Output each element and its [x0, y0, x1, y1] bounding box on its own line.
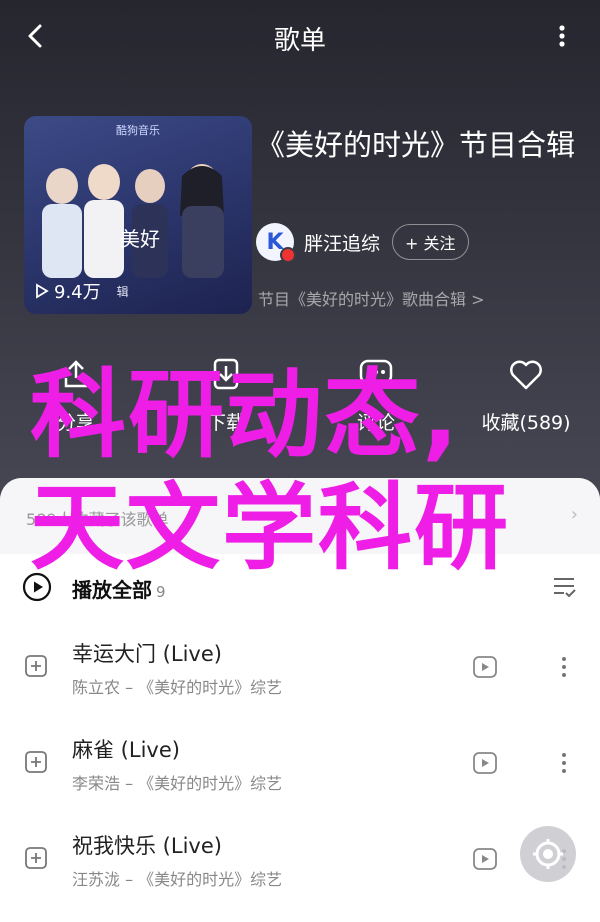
- collection-link[interactable]: 节目《美好的时光》歌曲合辑 >: [258, 286, 485, 310]
- song-subtitle: 陈立农 – 《美好的时光》综艺: [72, 678, 283, 697]
- play-all-count: 9: [156, 583, 166, 601]
- playlist-cover[interactable]: 酷狗音乐 美好 9.4万 辑: [24, 116, 252, 314]
- target-icon: [533, 839, 563, 869]
- song-subtitle: 汪苏泷 – 《美好的时光》综艺: [72, 870, 283, 889]
- svg-text:美好: 美好: [120, 227, 160, 251]
- song-row[interactable]: 麻雀 (Live) 李荣浩 – 《美好的时光》综艺: [0, 720, 600, 812]
- overlay-headline-line1: 科研动态,: [30, 359, 461, 471]
- play-count: 9.4万 辑: [34, 278, 129, 304]
- play-small-icon: [36, 283, 49, 299]
- floating-target-button[interactable]: [520, 826, 576, 882]
- play-count-value: 9.4万: [54, 282, 101, 303]
- add-to-playlist-icon[interactable]: [24, 846, 48, 870]
- song-more-icon[interactable]: [552, 748, 576, 778]
- cover-artwork: 美好: [42, 164, 224, 278]
- playlist-title: 《美好的时光》节目合辑: [256, 128, 576, 162]
- video-play-icon[interactable]: [472, 750, 498, 776]
- video-play-icon[interactable]: [472, 654, 498, 680]
- song-row[interactable]: 祝我快乐 (Live) 汪苏泷 – 《美好的时光》综艺: [0, 816, 600, 908]
- owner-name[interactable]: 胖汪追综: [304, 229, 380, 256]
- owner-row: K 胖汪追综 + 关注: [256, 222, 469, 263]
- star-badge-icon: [280, 247, 296, 263]
- cover-brand: 酷狗音乐: [116, 124, 160, 137]
- add-to-playlist-icon[interactable]: [24, 750, 48, 774]
- song-row[interactable]: 幸运大门 (Live) 陈立农 – 《美好的时光》综艺: [0, 624, 600, 716]
- follow-button[interactable]: + 关注: [392, 224, 469, 260]
- cover-extra: 辑: [116, 284, 129, 299]
- song-more-icon[interactable]: [552, 652, 576, 682]
- song-subtitle: 李荣浩 – 《美好的时光》综艺: [72, 774, 283, 793]
- song-title: 幸运大门 (Live): [72, 642, 222, 666]
- more-vertical-icon[interactable]: [544, 18, 580, 54]
- page-title: 歌单: [273, 26, 326, 56]
- song-title: 麻雀 (Live): [72, 738, 180, 762]
- video-play-icon[interactable]: [472, 846, 498, 872]
- song-title: 祝我快乐 (Live): [72, 834, 222, 858]
- top-bar: 歌单: [0, 0, 600, 72]
- owner-avatar[interactable]: K: [256, 223, 296, 263]
- overlay-headline-line2: 天文学科研: [30, 474, 511, 583]
- add-to-playlist-icon[interactable]: [24, 654, 48, 678]
